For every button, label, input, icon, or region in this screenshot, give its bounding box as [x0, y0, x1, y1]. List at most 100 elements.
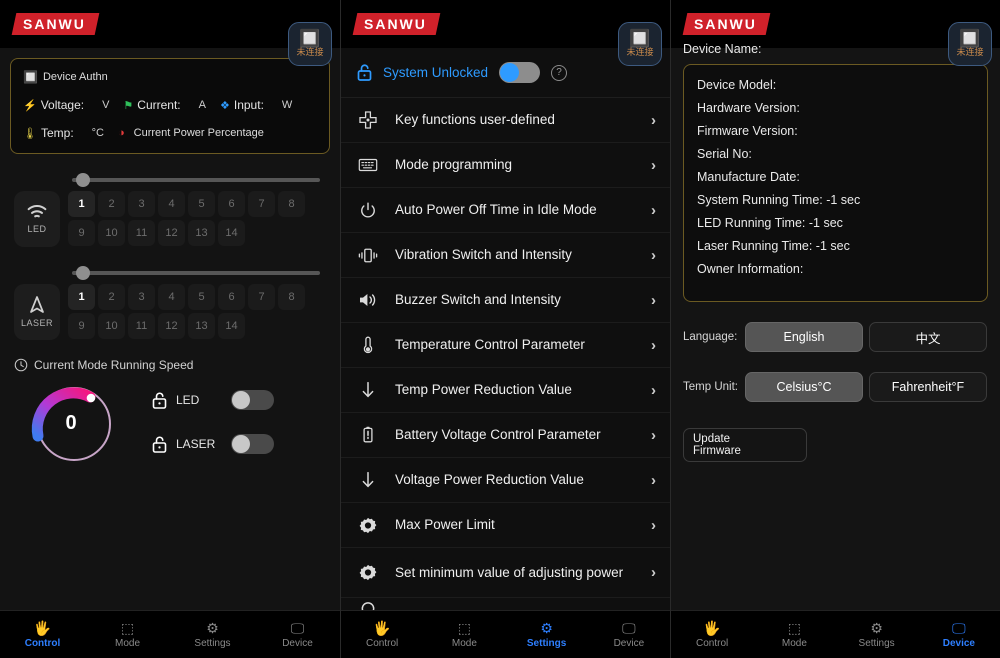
language-option-english[interactable]: English — [745, 322, 863, 352]
led-num-13[interactable]: 13 — [188, 220, 215, 246]
led-num-10[interactable]: 10 — [98, 220, 125, 246]
laser-num-5[interactable]: 5 — [188, 284, 215, 310]
nav-control[interactable]: 🖐 Control — [341, 620, 423, 649]
led-num-6[interactable]: 6 — [218, 191, 245, 217]
laser-num-6[interactable]: 6 — [218, 284, 245, 310]
list-item[interactable]: Set minimum value of adjusting power › — [341, 548, 670, 598]
bluetooth-status-badge[interactable]: 🔲 未连接 — [288, 22, 332, 66]
bottom-nav-device-panel: 🖐 Control ⬚ Mode ⚙ Settings 🖵 Device — [671, 610, 1000, 658]
chevron-right-icon: › — [651, 246, 656, 264]
bluetooth-icon: 🔲 — [629, 29, 651, 48]
metrics-row-2: 🌡 Temp: °C ◑ Current Power Percentage — [23, 126, 317, 140]
laser-num-8[interactable]: 8 — [278, 284, 305, 310]
list-item-partial[interactable] — [341, 598, 670, 610]
laser-num-1[interactable]: 1 — [68, 284, 95, 310]
list-item[interactable]: Key functions user-defined › — [341, 98, 670, 143]
laser-num-4[interactable]: 4 — [158, 284, 185, 310]
mode-icon: ⬚ — [787, 619, 801, 636]
nav-settings[interactable]: ⚙ Settings — [506, 620, 588, 649]
list-item-label: Temp Power Reduction Value — [395, 382, 572, 398]
list-item[interactable]: Temp Power Reduction Value › — [341, 368, 670, 413]
led-num-8[interactable]: 8 — [278, 191, 305, 217]
nav-control[interactable]: 🖐 Control — [671, 620, 753, 649]
nav-settings-label: Settings — [194, 637, 231, 649]
power-percentage-label: Current Power Percentage — [133, 127, 264, 139]
list-item[interactable]: Temperature Control Parameter › — [341, 323, 670, 368]
laser-slider-thumb[interactable] — [76, 266, 90, 280]
led-num-7[interactable]: 7 — [248, 191, 275, 217]
led-num-11[interactable]: 11 — [128, 220, 155, 246]
laser-num-9[interactable]: 9 — [68, 313, 95, 339]
led-num-14[interactable]: 14 — [218, 220, 245, 246]
system-lock-switch[interactable] — [499, 62, 541, 83]
led-num-12[interactable]: 12 — [158, 220, 185, 246]
led-toggle-button[interactable]: LED — [14, 191, 60, 247]
led-num-3[interactable]: 3 — [128, 191, 155, 217]
led-num-4[interactable]: 4 — [158, 191, 185, 217]
firmware-version-row: Firmware Version: — [697, 124, 798, 138]
nav-settings[interactable]: ⚙ Settings — [170, 620, 255, 649]
laser-num-3[interactable]: 3 — [128, 284, 155, 310]
led-slider-thumb[interactable] — [76, 173, 90, 187]
list-item-label: Buzzer Switch and Intensity — [395, 292, 561, 308]
led-num-5[interactable]: 5 — [188, 191, 215, 217]
nav-settings[interactable]: ⚙ Settings — [836, 620, 918, 649]
thermometer-icon — [363, 336, 373, 354]
list-item[interactable]: Auto Power Off Time in Idle Mode › — [341, 188, 670, 233]
laser-label: LASER — [20, 318, 53, 328]
laser-lock-switch[interactable] — [231, 434, 274, 454]
nav-control-label: Control — [696, 637, 729, 649]
laser-num-13[interactable]: 13 — [188, 313, 215, 339]
system-lock-label: System Unlocked — [383, 65, 489, 80]
chevron-right-icon: › — [651, 336, 656, 354]
list-item[interactable]: Buzzer Switch and Intensity › — [341, 278, 670, 323]
list-item[interactable]: Mode programming › — [341, 143, 670, 188]
laser-slider[interactable] — [72, 266, 320, 280]
nav-mode[interactable]: ⬚ Mode — [753, 619, 835, 649]
temp-unit-option-celsius[interactable]: Celsius°C — [745, 372, 863, 402]
bluetooth-status-badge[interactable]: 🔲 未连接 — [618, 22, 662, 66]
nav-device[interactable]: 🖵 Device — [918, 619, 1000, 649]
led-lock-switch[interactable] — [231, 390, 274, 410]
laser-num-12[interactable]: 12 — [158, 313, 185, 339]
speaker-icon — [360, 294, 376, 306]
list-item-label: Temperature Control Parameter — [395, 337, 585, 353]
gauge-area: 0 LED LASER — [0, 374, 340, 470]
nav-mode-label: Mode — [451, 637, 477, 649]
temp-unit-option-fahrenheit[interactable]: Fahrenheit°F — [869, 372, 987, 402]
panel-control: SANWU 🔲 未连接 🔲 Device Authn ⚡ Voltage: V … — [0, 0, 340, 658]
laser-num-2[interactable]: 2 — [98, 284, 125, 310]
list-item[interactable]: Battery Voltage Control Parameter › — [341, 413, 670, 458]
list-item[interactable]: Voltage Power Reduction Value › — [341, 458, 670, 503]
led-slider[interactable] — [72, 173, 320, 187]
nav-mode-label: Mode — [781, 637, 807, 649]
owner-information-row: Owner Information: — [697, 262, 804, 276]
laser-num-11[interactable]: 11 — [128, 313, 155, 339]
device-icon: 🖵 — [952, 619, 966, 636]
list-item-label: Battery Voltage Control Parameter — [395, 427, 601, 443]
laser-toggle-button[interactable]: LASER — [14, 284, 60, 340]
device-icon: 🖵 — [622, 619, 636, 636]
navigation-icon — [30, 296, 44, 313]
language-option-chinese[interactable]: 中文 — [869, 322, 987, 352]
nav-device[interactable]: 🖵 Device — [588, 619, 670, 649]
nav-device[interactable]: 🖵 Device — [255, 620, 340, 649]
update-firmware-button[interactable]: Update Firmware — [683, 428, 807, 462]
laser-num-10[interactable]: 10 — [98, 313, 125, 339]
list-item[interactable]: Max Power Limit › — [341, 503, 670, 548]
led-num-2[interactable]: 2 — [98, 191, 125, 217]
laser-num-7[interactable]: 7 — [248, 284, 275, 310]
nav-control[interactable]: 🖐 Control — [0, 620, 85, 649]
bluetooth-status-badge[interactable]: 🔲 未连接 — [948, 22, 992, 66]
gear-icon — [361, 602, 375, 610]
led-num-1[interactable]: 1 — [68, 191, 95, 217]
list-item[interactable]: Vibration Switch and Intensity › — [341, 233, 670, 278]
keyboard-icon — [358, 158, 378, 172]
nav-mode[interactable]: ⬚ Mode — [423, 620, 505, 649]
laser-num-14[interactable]: 14 — [218, 313, 245, 339]
bluetooth-icon: 🔲 — [959, 29, 981, 48]
led-num-9[interactable]: 9 — [68, 220, 95, 246]
dpad-icon — [359, 111, 377, 129]
nav-mode[interactable]: ⬚ Mode — [85, 620, 170, 649]
question-mark-icon[interactable]: ? — [551, 64, 568, 81]
